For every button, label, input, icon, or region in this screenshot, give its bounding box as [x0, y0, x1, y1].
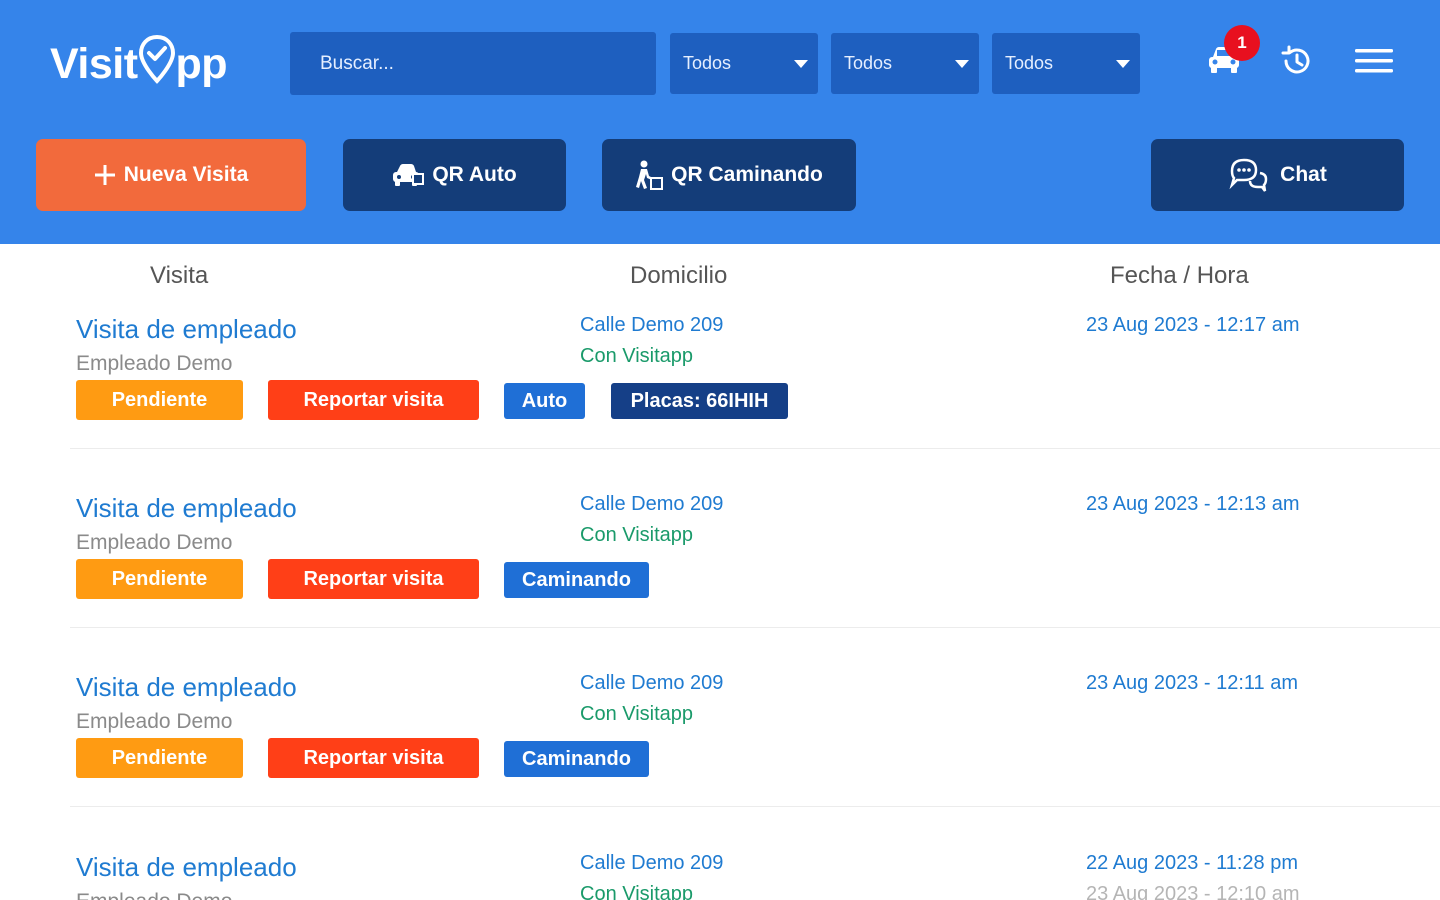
- status-badge: Pendiente: [76, 559, 243, 599]
- visit-via: Con Visitapp: [580, 883, 694, 900]
- visit-datetime: 22 Aug 2023 - 11:28 pm: [1086, 852, 1299, 874]
- plates-badge: Placas: 66IHIH: [611, 383, 788, 419]
- report-visit-button[interactable]: Reportar visita: [268, 559, 479, 599]
- visit-via: Con Visitapp: [580, 524, 694, 546]
- report-visit-button[interactable]: Reportar visita: [268, 380, 479, 420]
- visit-address: Calle Demo 209: [580, 672, 724, 694]
- status-badge: Pendiente: [76, 738, 243, 778]
- visit-address: Calle Demo 209: [580, 314, 724, 336]
- walking-person-icon: [636, 160, 664, 190]
- filter-select-2-value: Todos: [844, 53, 893, 73]
- visit-datetime-secondary: 23 Aug 2023 - 12:10 am: [1086, 883, 1300, 900]
- row-divider: [70, 806, 1440, 807]
- visit-address: Calle Demo 209: [580, 852, 724, 874]
- visit-address: Calle Demo 209: [580, 493, 724, 515]
- history-button[interactable]: [1279, 43, 1315, 79]
- visit-title[interactable]: Visita de empleado: [76, 672, 297, 703]
- qr-auto-button[interactable]: QR Auto: [343, 139, 566, 211]
- chevron-down-icon: [1116, 60, 1130, 68]
- visit-row[interactable]: Visita de empleado Empleado Demo Calle D…: [0, 660, 1440, 840]
- report-visit-button[interactable]: Reportar visita: [268, 738, 479, 778]
- visit-title[interactable]: Visita de empleado: [76, 493, 297, 524]
- search-input[interactable]: [290, 32, 656, 95]
- visit-row[interactable]: Visita de empleado Empleado Demo Calle D…: [0, 481, 1440, 661]
- visit-employee: Empleado Demo: [76, 890, 232, 900]
- visit-datetime: 23 Aug 2023 - 12:13 am: [1086, 493, 1300, 515]
- qr-walking-label: QR Caminando: [671, 163, 823, 186]
- row-divider: [70, 448, 1440, 449]
- visit-employee: Empleado Demo: [76, 352, 233, 375]
- hamburger-menu-icon: [1355, 49, 1393, 73]
- history-icon: [1281, 45, 1310, 74]
- filter-select-1[interactable]: Todos: [670, 33, 818, 94]
- visit-title[interactable]: Visita de empleado: [76, 852, 297, 883]
- app-logo[interactable]: Visit pp: [50, 34, 228, 92]
- chat-bubbles-icon: [1229, 158, 1268, 192]
- location-pin-icon: [138, 34, 175, 85]
- visit-via: Con Visitapp: [580, 345, 694, 367]
- qr-walking-button[interactable]: QR Caminando: [602, 139, 856, 211]
- mode-badge: Caminando: [504, 741, 649, 777]
- filter-select-3-value: Todos: [1005, 53, 1054, 73]
- row-divider: [70, 627, 1440, 628]
- plus-icon: [94, 165, 115, 185]
- chat-button[interactable]: Chat: [1151, 139, 1404, 211]
- filter-select-2[interactable]: Todos: [831, 33, 979, 94]
- logo-text-left: Visit: [50, 39, 138, 88]
- new-visit-label: Nueva Visita: [123, 163, 249, 186]
- filter-select-1-value: Todos: [683, 53, 732, 73]
- filter-select-3[interactable]: Todos: [992, 33, 1140, 94]
- mode-badge: Caminando: [504, 562, 649, 598]
- chevron-down-icon: [794, 60, 808, 68]
- logo-text-right: pp: [175, 39, 228, 88]
- qr-auto-label: QR Auto: [432, 163, 517, 186]
- menu-button[interactable]: [1354, 45, 1394, 77]
- column-header-visit: Visita: [150, 262, 209, 289]
- visit-datetime: 23 Aug 2023 - 12:17 am: [1086, 314, 1300, 336]
- notification-badge: 1: [1224, 25, 1260, 61]
- visit-title[interactable]: Visita de empleado: [76, 314, 297, 345]
- column-header-datetime: Fecha / Hora: [1110, 262, 1249, 289]
- chat-label: Chat: [1280, 163, 1327, 186]
- top-header: Visit pp Todos Todos Todos 1: [0, 0, 1440, 244]
- visit-employee: Empleado Demo: [76, 531, 233, 554]
- visit-row[interactable]: Visita de empleado Empleado Demo Calle D…: [0, 302, 1440, 482]
- visit-datetime: 23 Aug 2023 - 12:11 am: [1086, 672, 1299, 694]
- column-header-address: Domicilio: [630, 262, 728, 289]
- visit-row[interactable]: Visita de empleado Empleado Demo Calle D…: [0, 840, 1440, 900]
- chevron-down-icon: [955, 60, 969, 68]
- status-badge: Pendiente: [76, 380, 243, 420]
- visit-employee: Empleado Demo: [76, 710, 233, 733]
- car-qr-icon: [393, 164, 425, 186]
- new-visit-button[interactable]: Nueva Visita: [36, 139, 306, 211]
- mode-badge: Auto: [504, 383, 585, 419]
- visit-via: Con Visitapp: [580, 703, 694, 725]
